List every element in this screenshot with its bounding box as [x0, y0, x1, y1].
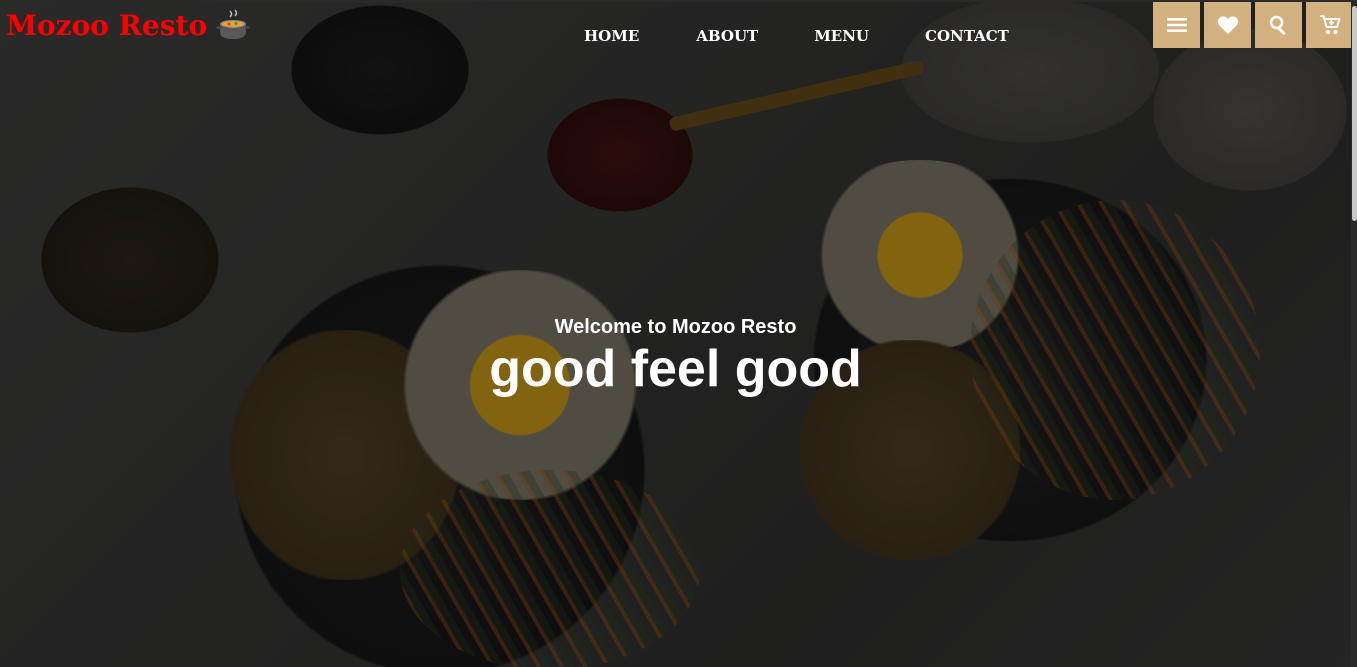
logo[interactable]: Mozoo Resto [6, 8, 251, 44]
hero-text: Welcome to Mozoo Resto good feel good [0, 314, 1351, 398]
menu-bars-icon [1166, 18, 1187, 32]
heart-icon [1217, 16, 1238, 35]
menu-button[interactable] [1153, 2, 1200, 48]
nav-home[interactable]: HOME [584, 26, 639, 46]
header-icon-buttons [1153, 2, 1353, 48]
cooking-pot-icon [216, 9, 251, 39]
scrollbar-thumb[interactable] [1352, 6, 1357, 221]
hero-welcome: Welcome to Mozoo Resto [554, 316, 797, 338]
nav-contact[interactable]: CONTACT [925, 26, 1009, 46]
search-icon [1269, 15, 1286, 35]
scrollbar[interactable] [1351, 0, 1357, 667]
nav-menu[interactable]: MENU [814, 26, 869, 46]
search-button[interactable] [1255, 2, 1302, 48]
favorites-button[interactable] [1204, 2, 1251, 48]
nav-about[interactable]: ABOUT [696, 26, 758, 46]
main-nav: HOME ABOUT MENU CONTACT [584, 26, 1009, 46]
cart-icon [1319, 15, 1340, 34]
hero-tagline: good feel good [489, 340, 862, 398]
logo-text: Mozoo Resto [6, 9, 208, 42]
cart-button[interactable] [1306, 2, 1353, 48]
